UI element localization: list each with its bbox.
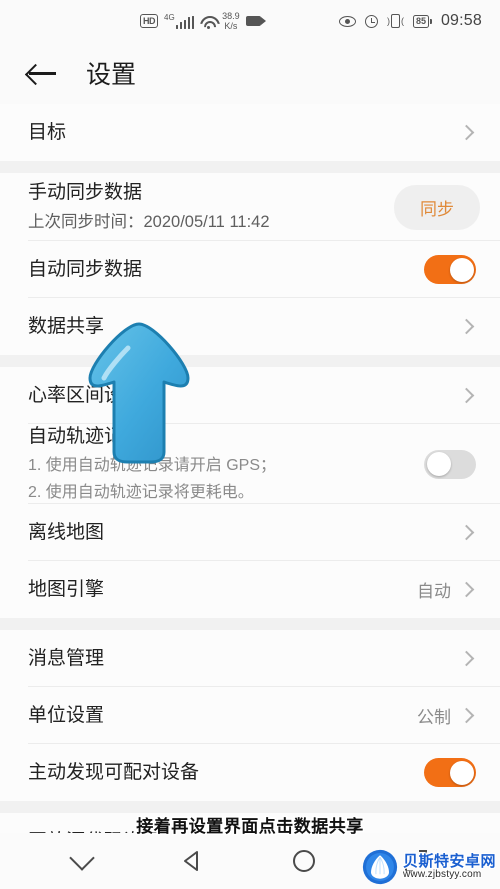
watermark-site-name: 贝斯特安卓网 xyxy=(402,852,496,870)
row-label-wrap: 数据共享 xyxy=(28,314,461,340)
signal-bars-icon: 4G xyxy=(164,12,195,29)
app-header: 设置 xyxy=(0,42,500,104)
settings-row-auto-track-note2: 2. 使用自动轨迹记录将更耗电。 xyxy=(28,484,254,502)
settings-section-sync: 手动同步数据 上次同步时间：2020/05/11 11:42 同步 自动同步数据… xyxy=(0,173,500,355)
status-bar-clock: 09:58 xyxy=(440,12,482,29)
settings-row-map-engine-label: 地图引擎 xyxy=(28,579,105,601)
settings-row-auto-track-note1: 1. 使用自动轨迹记录请开启 GPS； xyxy=(28,456,277,474)
site-watermark: 贝斯特安卓网 www.zjbstyy.com xyxy=(362,849,496,885)
back-arrow-icon[interactable] xyxy=(28,62,58,84)
chevron-right-icon xyxy=(458,124,475,141)
discover-devices-toggle[interactable] xyxy=(424,758,476,788)
section-divider xyxy=(0,161,500,173)
settings-row-manual-sync[interactable]: 手动同步数据 上次同步时间：2020/05/11 11:42 同步 xyxy=(0,173,500,241)
eye-care-icon xyxy=(338,15,356,27)
watermark-site-url: www.zjbstyy.com xyxy=(402,868,482,880)
settings-row-manual-sync-label: 手动同步数据 xyxy=(28,182,143,204)
network-type-label: 4G xyxy=(164,12,175,22)
chevron-right-icon xyxy=(458,525,475,541)
row-label-wrap: 地图引擎 xyxy=(28,577,417,603)
section-divider xyxy=(0,618,500,631)
chevron-down-icon[interactable] xyxy=(69,845,95,871)
auto-track-toggle[interactable] xyxy=(424,449,476,479)
status-bar-right: )( 85 09:58 xyxy=(338,12,482,30)
settings-section-general: 消息管理 单位设置 公制 主动发现可配对设备 xyxy=(0,630,500,802)
row-label-wrap: 自动轨迹记录 1. 使用自动轨迹记录请开启 GPS； 2. 使用自动轨迹记录将更… xyxy=(28,424,424,504)
settings-section-sport: 心率区间设置 自动轨迹记录 1. 使用自动轨迹记录请开启 GPS； 2. 使用自… xyxy=(0,367,500,619)
network-speed-value: 38.9 xyxy=(222,11,240,21)
hd-badge-icon: HD xyxy=(140,14,158,28)
chevron-right-icon xyxy=(458,318,475,335)
row-label-wrap: 消息管理 xyxy=(28,646,461,672)
chevron-right-icon xyxy=(458,582,475,598)
settings-row-auto-track-label: 自动轨迹记录 xyxy=(28,426,143,447)
settings-row-goal-label: 目标 xyxy=(28,121,67,143)
wifi-icon xyxy=(200,15,216,29)
home-circle-icon[interactable] xyxy=(293,850,315,872)
settings-row-data-share[interactable]: 数据共享 xyxy=(0,298,500,355)
sync-button[interactable]: 同步 xyxy=(394,184,480,230)
network-speed-unit: K/s xyxy=(224,21,238,31)
watermark-logo-icon xyxy=(362,849,398,885)
settings-row-unit-setting-label: 单位设置 xyxy=(28,705,105,727)
settings-row-discover-devices-label: 主动发现可配对设备 xyxy=(28,762,200,784)
page-title: 设置 xyxy=(86,61,137,89)
settings-row-unit-setting-value: 公制 xyxy=(417,708,451,728)
settings-row-data-share-label: 数据共享 xyxy=(28,315,105,337)
status-bar: HD 4G 38.9 K/s )( 85 09:58 xyxy=(0,0,500,42)
tutorial-caption: 接着再设置界面点击数据共享 xyxy=(136,817,364,836)
settings-row-offline-map[interactable]: 离线地图 xyxy=(0,504,500,562)
watermark-text: 贝斯特安卓网 www.zjbstyy.com xyxy=(403,854,496,880)
row-label-wrap: 自动同步数据 xyxy=(28,257,424,283)
settings-row-message-mgmt-label: 消息管理 xyxy=(28,648,105,670)
auto-sync-toggle[interactable] xyxy=(424,255,476,284)
phone-screen: HD 4G 38.9 K/s )( 85 09:58 设置 目标 手动同步数据 … xyxy=(0,0,500,889)
settings-row-auto-sync[interactable]: 自动同步数据 xyxy=(0,241,500,298)
settings-row-heart-rate[interactable]: 心率区间设置 xyxy=(0,367,500,424)
row-label-wrap: 心率区间设置 xyxy=(28,383,461,409)
alarm-icon xyxy=(364,14,378,28)
screen-recorder-icon xyxy=(245,16,266,26)
back-triangle-icon[interactable] xyxy=(181,850,203,872)
settings-row-unit-setting[interactable]: 单位设置 公制 xyxy=(0,687,500,745)
settings-row-goal[interactable]: 目标 xyxy=(0,104,500,161)
settings-row-message-mgmt[interactable]: 消息管理 xyxy=(0,630,500,688)
row-label-wrap: 目标 xyxy=(28,120,461,146)
row-label-wrap: 单位设置 xyxy=(28,703,417,729)
settings-row-map-engine-value: 自动 xyxy=(417,582,451,602)
row-label-wrap: 手动同步数据 上次同步时间：2020/05/11 11:42 xyxy=(28,180,394,234)
row-label-wrap: 离线地图 xyxy=(28,520,461,546)
section-divider xyxy=(0,355,500,367)
chevron-right-icon xyxy=(458,387,475,404)
settings-row-manual-sync-sublabel: 上次同步时间：2020/05/11 11:42 xyxy=(28,212,270,231)
chevron-right-icon xyxy=(458,708,475,724)
chevron-right-icon xyxy=(458,651,475,667)
signal-bars-glyph xyxy=(175,15,195,29)
battery-icon: 85 xyxy=(412,14,432,28)
network-speed: 38.9 K/s xyxy=(222,11,240,31)
settings-row-auto-track[interactable]: 自动轨迹记录 1. 使用自动轨迹记录请开启 GPS； 2. 使用自动轨迹记录将更… xyxy=(0,424,500,505)
settings-row-map-engine[interactable]: 地图引擎 自动 xyxy=(0,561,500,619)
status-bar-left: HD 4G 38.9 K/s xyxy=(140,11,266,31)
settings-row-offline-map-label: 离线地图 xyxy=(28,522,105,544)
vibrate-icon: )( xyxy=(387,14,404,28)
settings-section-goal: 目标 xyxy=(0,104,500,161)
battery-level: 85 xyxy=(412,14,429,28)
settings-row-discover-devices[interactable]: 主动发现可配对设备 xyxy=(0,744,500,802)
settings-row-heart-rate-label: 心率区间设置 xyxy=(28,384,143,406)
row-label-wrap: 主动发现可配对设备 xyxy=(28,760,424,786)
settings-row-auto-sync-label: 自动同步数据 xyxy=(28,258,143,280)
